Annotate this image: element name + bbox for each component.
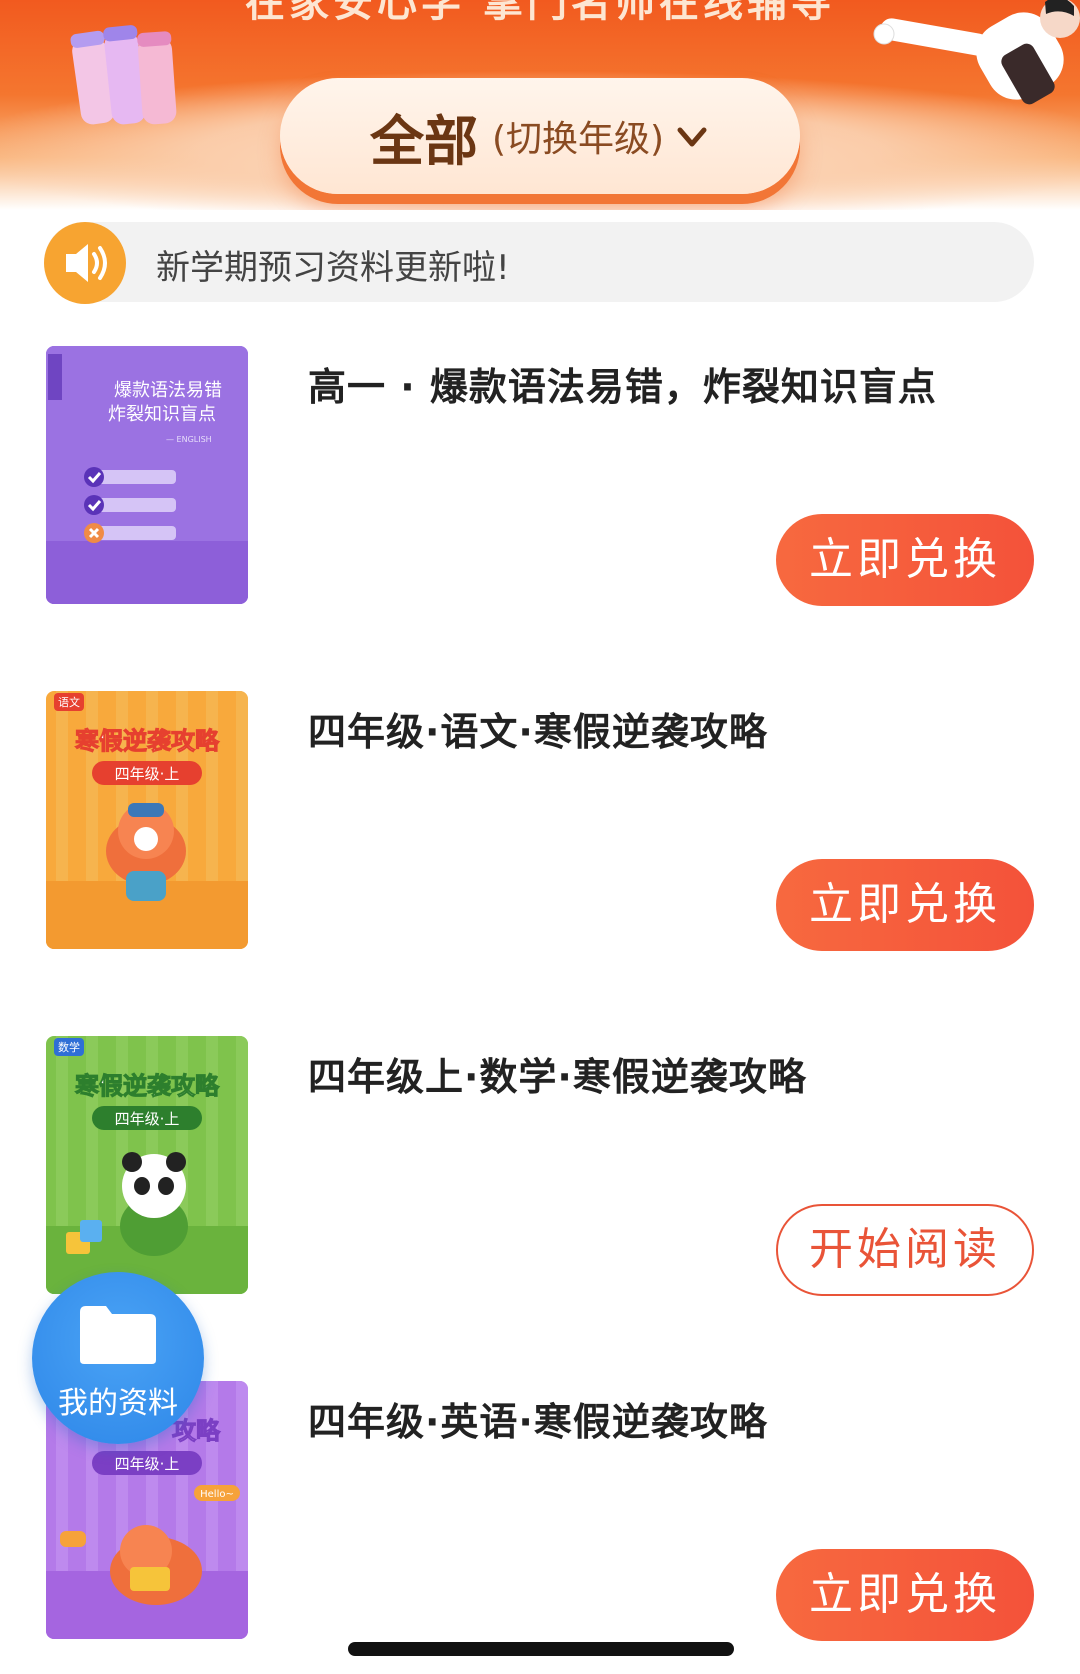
cover-line1: 爆款语法易错 bbox=[114, 380, 222, 401]
book-cover-math[interactable]: 数学 寒假逆袭攻略 四年级·上 bbox=[46, 1036, 248, 1294]
list-item[interactable]: 语文 寒假逆袭攻略 四年级·上 四年级·语文·寒假逆袭攻略 立即兑换 bbox=[0, 691, 1080, 961]
cover-grade: 四年级·上 bbox=[115, 765, 180, 783]
list-item[interactable]: 爆款语法易错 炸裂知识盲点 — ENGLISH 高一 · 爆款语法易错，炸裂知识… bbox=[0, 346, 1080, 616]
notice-text: 新学期预习资料更新啦! bbox=[156, 248, 510, 288]
folder-icon bbox=[80, 1306, 156, 1364]
item-title[interactable]: 四年级·语文·寒假逆袭攻略 bbox=[308, 701, 1048, 756]
teacher-illustration-icon bbox=[873, 0, 1080, 105]
item-title[interactable]: 四年级上·数学·寒假逆袭攻略 bbox=[308, 1046, 1048, 1101]
item-title[interactable]: 四年级·英语·寒假逆袭攻略 bbox=[308, 1391, 1048, 1446]
notice-bar[interactable]: 新学期预习资料更新啦! bbox=[44, 222, 1034, 304]
cover-headline: 寒假逆袭攻略 bbox=[75, 1072, 220, 1100]
item-title[interactable]: 高一 · 爆款语法易错，炸裂知识盲点 bbox=[308, 356, 1048, 411]
cover-sub: — ENGLISH bbox=[166, 435, 212, 444]
book-cover-chinese[interactable]: 语文 寒假逆袭攻略 四年级·上 bbox=[46, 691, 248, 949]
redeem-button[interactable]: 立即兑换 bbox=[776, 1549, 1034, 1641]
cover-grade: 四年级·上 bbox=[115, 1110, 180, 1128]
cover-line2: 炸裂知识盲点 bbox=[108, 404, 216, 425]
chevron-down-icon bbox=[677, 127, 707, 147]
list-item[interactable]: 数学 寒假逆袭攻略 四年级·上 四年级上·数学·寒假逆袭攻略 开始阅读 bbox=[0, 1036, 1080, 1306]
grade-selector[interactable]: 全部 (切换年级) bbox=[280, 78, 800, 194]
header-banner: 在家安心学 掌门名师在线辅导 全部 (切换年级) bbox=[0, 0, 1080, 210]
redeem-button[interactable]: 立即兑换 bbox=[776, 514, 1034, 606]
cover-tag: 语文 bbox=[58, 695, 80, 709]
books-illustration-icon bbox=[70, 25, 177, 125]
cover-bubble: Hello~ bbox=[200, 1489, 234, 1500]
cover-tag: 数学 bbox=[58, 1040, 80, 1054]
my-files-label: 我的资料 bbox=[58, 1386, 178, 1421]
home-indicator[interactable] bbox=[348, 1642, 734, 1656]
grade-selector-hint: (切换年级) bbox=[491, 119, 665, 160]
my-files-button[interactable]: 我的资料 bbox=[32, 1272, 204, 1444]
cover-headline: 寒假逆袭攻略 bbox=[75, 727, 220, 755]
book-cover-grammar[interactable]: 爆款语法易错 炸裂知识盲点 — ENGLISH bbox=[46, 346, 248, 604]
redeem-button[interactable]: 立即兑换 bbox=[776, 859, 1034, 951]
start-reading-button[interactable]: 开始阅读 bbox=[776, 1204, 1034, 1296]
grade-selector-label: 全部 bbox=[369, 109, 478, 173]
cover-grade: 四年级·上 bbox=[115, 1455, 180, 1473]
speaker-icon bbox=[44, 222, 126, 304]
